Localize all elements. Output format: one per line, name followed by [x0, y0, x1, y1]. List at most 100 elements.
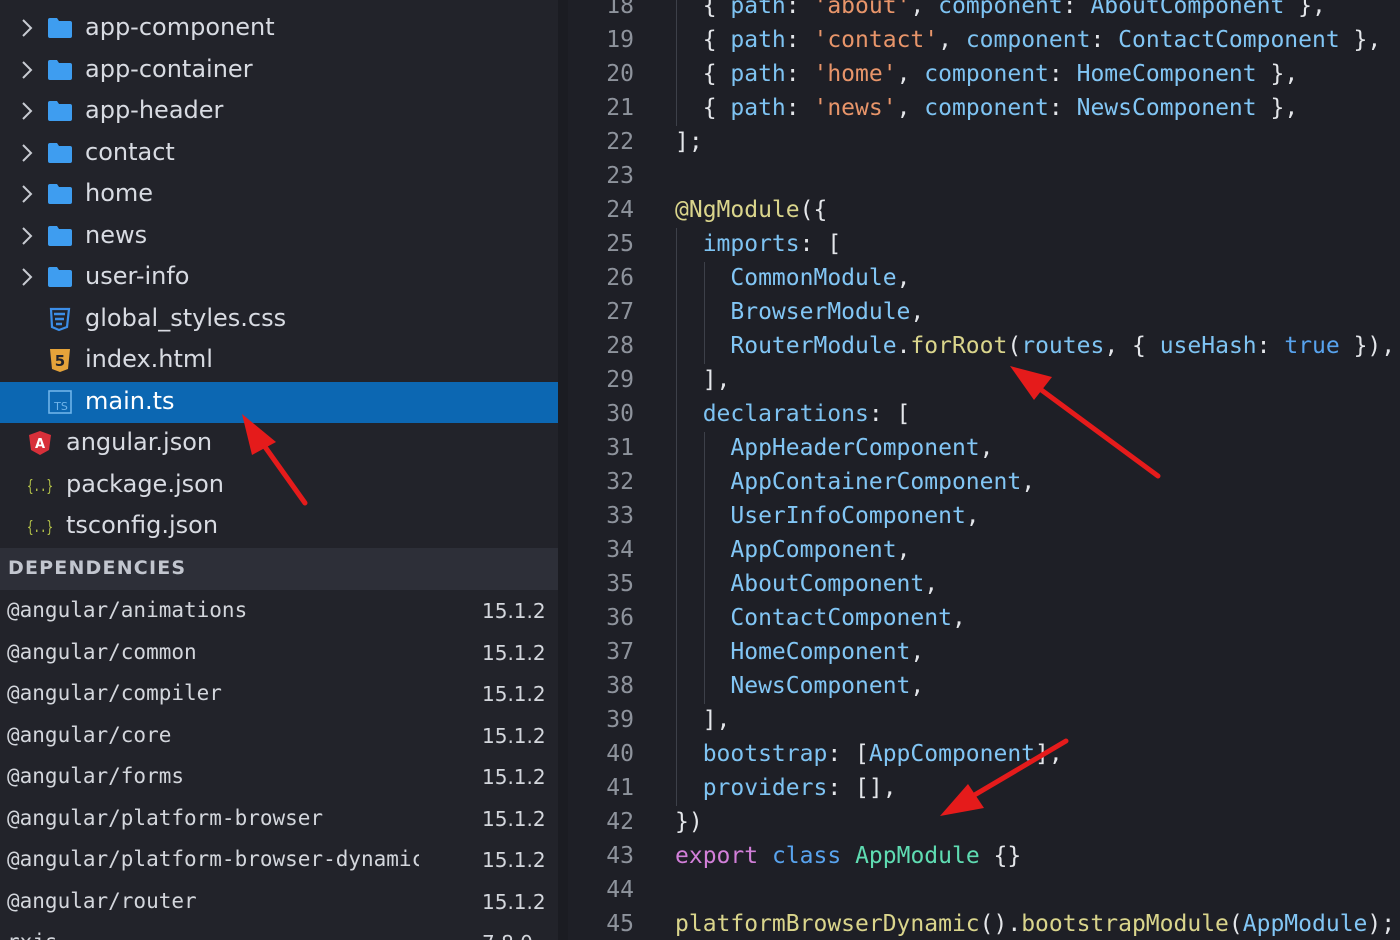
code-token: RouterModule — [730, 333, 897, 359]
indent-guide — [703, 330, 705, 364]
tree-item-app-header[interactable]: app-header — [0, 91, 558, 132]
tree-item-index-html[interactable]: 5 index.html — [0, 340, 558, 381]
line-number: 44 — [606, 877, 634, 903]
folder-icon — [48, 184, 72, 204]
code-line[interactable]: 40 bootstrap: [AppComponent], — [568, 738, 1400, 772]
chevron-right-icon[interactable] — [17, 266, 37, 288]
code-editor[interactable]: 18 { path: 'about', component: AboutCompo… — [568, 0, 1400, 940]
dependency-row[interactable]: @angular/platform-browser-dynamic 15.1.2 — [0, 839, 558, 880]
dependency-version: 7.8.0 — [482, 931, 533, 940]
dependency-name: @angular/core — [7, 722, 172, 747]
panel-divider[interactable] — [558, 0, 568, 940]
dependency-version: 15.1.2 — [482, 765, 546, 789]
tree-item-main-ts[interactable]: TS main.ts — [0, 381, 558, 423]
code-line[interactable]: 42}) — [568, 806, 1400, 840]
code-token: : — [785, 0, 814, 19]
code-line[interactable]: 43 export class AppModule {} — [568, 840, 1400, 874]
code-line[interactable]: 30 declarations: [ — [568, 398, 1400, 432]
code-token: AppContainerComponent — [730, 469, 1022, 495]
dependency-name: rxjs — [7, 930, 419, 940]
tree-item-news[interactable]: news — [0, 216, 558, 257]
html5-icon: 5 — [50, 349, 70, 372]
css-file-icon — [49, 307, 71, 331]
dependency-row[interactable]: @angular/core 15.1.2 — [0, 715, 558, 756]
chevron-right-icon[interactable] — [17, 225, 37, 247]
chevron-right-icon[interactable] — [17, 183, 37, 205]
code-line[interactable]: 18 { path: 'about', component: AboutCompo… — [568, 0, 1400, 24]
code-line[interactable]: 36 ContactComponent, — [568, 602, 1400, 636]
code-line[interactable]: 24 @NgModule({ — [568, 194, 1400, 228]
tree-item-home[interactable]: home — [0, 174, 558, 215]
code-line[interactable]: 32 AppContainerComponent, — [568, 466, 1400, 500]
indent-guide — [703, 602, 705, 636]
tree-item-user-info[interactable]: user-info — [0, 257, 558, 298]
code-line[interactable]: 44 — [568, 874, 1400, 908]
code-line[interactable]: 25 imports: [ — [568, 228, 1400, 262]
dependency-row[interactable]: @angular/platform-browser 15.1.2 — [0, 798, 558, 839]
code-token: : — [1048, 95, 1077, 121]
tree-item-app-component[interactable]: app-component — [0, 8, 558, 49]
dependency-row[interactable]: @angular/common 15.1.2 — [0, 632, 558, 673]
dependency-row[interactable]: @angular/forms 15.1.2 — [0, 756, 558, 797]
code-text: { path: 'contact', component: ContactCom… — [703, 27, 1382, 53]
dependencies-header[interactable]: DEPENDENCIES — [0, 548, 558, 590]
code-line[interactable]: 37 HomeComponent, — [568, 636, 1400, 670]
dependency-row[interactable]: rxjs 7.8.0 — [0, 922, 558, 940]
chevron-right-icon[interactable] — [17, 142, 37, 164]
chevron-right-icon[interactable] — [17, 17, 37, 39]
dependency-row[interactable]: @angular/animations 15.1.2 — [0, 590, 558, 631]
code-line[interactable]: 22]; — [568, 126, 1400, 160]
code-token: export — [675, 843, 759, 869]
code-line[interactable]: 33 UserInfoComponent, — [568, 500, 1400, 534]
tree-item-label: news — [85, 220, 148, 249]
code-token: : [], — [827, 775, 897, 801]
indent-guide — [703, 432, 705, 466]
code-token: , — [965, 503, 980, 529]
indent-guide — [703, 636, 705, 670]
tree-item-tsconfig-json[interactable]: {..} tsconfig.json — [0, 506, 558, 547]
dependency-row[interactable]: @angular/compiler 15.1.2 — [0, 673, 558, 714]
code-line[interactable]: 29], — [568, 364, 1400, 398]
line-number: 30 — [606, 401, 634, 427]
code-line[interactable]: 38 NewsComponent, — [568, 670, 1400, 704]
code-line[interactable]: 19 { path: 'contact', component: ContactC… — [568, 24, 1400, 58]
json-braces-icon: {..} — [27, 517, 53, 536]
chevron-right-icon[interactable] — [17, 59, 37, 81]
line-number: 41 — [606, 775, 634, 801]
tree-item-angular-json[interactable]: Aangular.json — [0, 423, 558, 464]
tree-item-global-styles-css[interactable]: global_styles.css — [0, 299, 558, 340]
code-token: AboutComponent — [1090, 0, 1285, 19]
code-token: CommonModule — [730, 265, 897, 291]
code-line[interactable]: 35 AboutComponent, — [568, 568, 1400, 602]
code-line[interactable]: 21 { path: 'news', component: NewsCompone… — [568, 92, 1400, 126]
code-line[interactable]: 41 providers: [], — [568, 772, 1400, 806]
tree-item-app-container[interactable]: app-container — [0, 50, 558, 91]
chevron-right-icon[interactable] — [17, 100, 37, 122]
code-token: : [ — [827, 741, 869, 767]
code-line[interactable]: 39], — [568, 704, 1400, 738]
code-line[interactable]: 28 RouterModule.forRoot(routes, { useHash… — [568, 330, 1400, 364]
tree-item-package-json[interactable]: {..} package.json — [0, 465, 558, 506]
code-token: BrowserModule — [730, 299, 911, 325]
code-line[interactable]: 23 — [568, 160, 1400, 194]
code-line[interactable]: 20 { path: 'home', component: HomeCompone… — [568, 58, 1400, 92]
code-line[interactable]: 34 AppComponent, — [568, 534, 1400, 568]
code-token: , — [896, 95, 925, 121]
code-line[interactable]: 26 CommonModule, — [568, 262, 1400, 296]
code-line[interactable]: 45 platformBrowserDynamic().bootstrapModu… — [568, 908, 1400, 940]
code-token: component — [924, 95, 1049, 121]
code-token: }, — [1339, 27, 1382, 53]
indent-guide — [676, 602, 677, 636]
dependency-row[interactable]: @angular/router 15.1.2 — [0, 881, 558, 922]
line-number: 28 — [606, 333, 634, 359]
line-number: 20 — [606, 61, 634, 87]
dependency-version: 15.1.2 — [482, 723, 546, 748]
tree-item-contact[interactable]: contact — [0, 133, 558, 174]
typescript-icon: TS — [48, 389, 72, 414]
code-token: component — [938, 0, 1063, 19]
code-token: , — [938, 27, 966, 53]
json-braces-icon: {..} — [27, 476, 53, 495]
code-line[interactable]: 31 AppHeaderComponent, — [568, 432, 1400, 466]
code-line[interactable]: 27 BrowserModule, — [568, 296, 1400, 330]
